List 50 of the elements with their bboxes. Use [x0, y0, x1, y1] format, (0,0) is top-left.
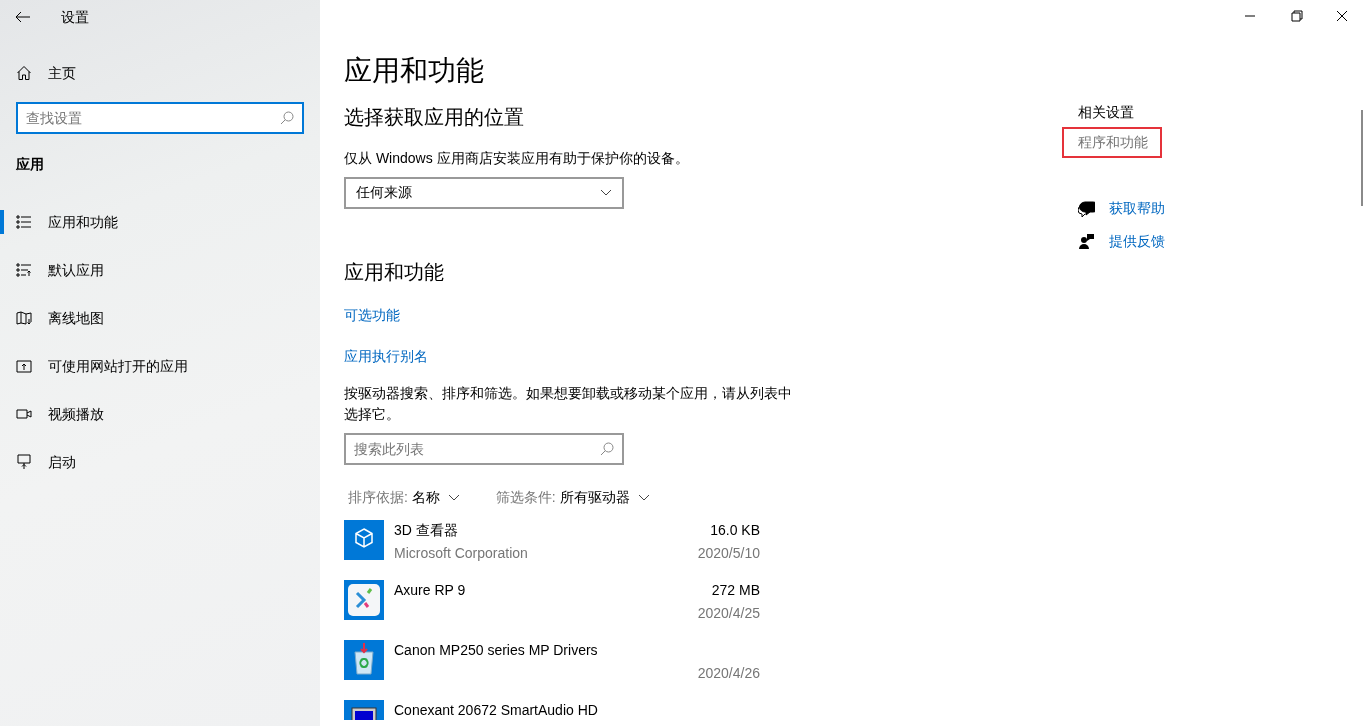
sidebar-item[interactable]: 视频播放	[0, 390, 320, 438]
app-publisher: Microsoft Corporation	[394, 543, 529, 563]
related-heading: 相关设置	[1078, 103, 1135, 122]
person-speech-icon	[1078, 233, 1095, 250]
link-text[interactable]: 应用执行别名	[344, 345, 428, 367]
chevron-down-icon	[637, 493, 650, 501]
install-date: 2020/4/25	[696, 603, 760, 623]
video-camera-icon	[16, 406, 32, 422]
link-text[interactable]: 可选功能	[344, 304, 400, 326]
install-date: 2020/5/10	[696, 543, 760, 563]
list-search-field[interactable]: 搜索此列表	[344, 432, 624, 465]
sidebar-item[interactable]: 启动	[0, 438, 320, 486]
list-arrow-icon	[16, 262, 32, 278]
search-icon	[600, 441, 614, 456]
section-heading: 选择获取应用的位置	[344, 104, 525, 130]
related-link[interactable]: 程序和功能	[1062, 127, 1162, 158]
settings-search-field[interactable]: 查找设置	[16, 102, 304, 134]
chevron-down-icon	[447, 493, 460, 501]
search-icon	[280, 111, 294, 125]
app-name: 3D 查看器	[394, 520, 459, 540]
source-dropdown[interactable]: 任何来源	[344, 176, 624, 209]
app-size: 16.0 KB	[709, 520, 760, 540]
help-link[interactable]: 获取帮助	[1109, 198, 1165, 219]
map-icon	[16, 310, 32, 326]
section-heading: 应用和功能	[344, 259, 445, 285]
filter-dropdown[interactable]: 筛选条件: 所有驱动器	[495, 486, 650, 508]
list-icon	[16, 214, 32, 230]
monitor-arrow-icon	[16, 454, 32, 470]
back-arrow-icon[interactable]	[15, 11, 31, 23]
sidebar-item[interactable]: 离线地图	[0, 294, 320, 342]
app-name: Axure RP 9	[394, 580, 467, 600]
app-name: Canon MP250 series MP Drivers	[394, 640, 599, 660]
sort-dropdown[interactable]: 排序依据: 名称	[348, 486, 460, 508]
sidebar-item[interactable]: 默认应用	[0, 246, 320, 294]
home-link[interactable]: 主页	[0, 54, 320, 92]
sidebar-item[interactable]: 应用和功能	[0, 198, 320, 246]
window-arrow-icon	[16, 358, 32, 374]
chevron-down-icon	[600, 189, 612, 197]
help-link[interactable]: 提供反馈	[1109, 231, 1165, 252]
app-name: Conexant 20672 SmartAudio HD	[394, 700, 599, 720]
page-title: 应用和功能	[344, 54, 485, 88]
home-icon	[16, 65, 32, 81]
window-title: 设置	[61, 7, 89, 27]
install-date: 2020/4/26	[696, 663, 760, 683]
section-heading: 应用	[15, 155, 45, 174]
sidebar-item[interactable]: 可使用网站打开的应用	[0, 342, 320, 390]
scrollbar[interactable]	[1361, 110, 1363, 206]
description-text: 按驱动器搜索、排序和筛选。如果想要卸载或移动某个应用，请从列表中选择它。	[344, 383, 790, 424]
app-size: 272 MB	[710, 580, 760, 600]
description-text: 仅从 Windows 应用商店安装应用有助于保护你的设备。	[344, 148, 690, 168]
